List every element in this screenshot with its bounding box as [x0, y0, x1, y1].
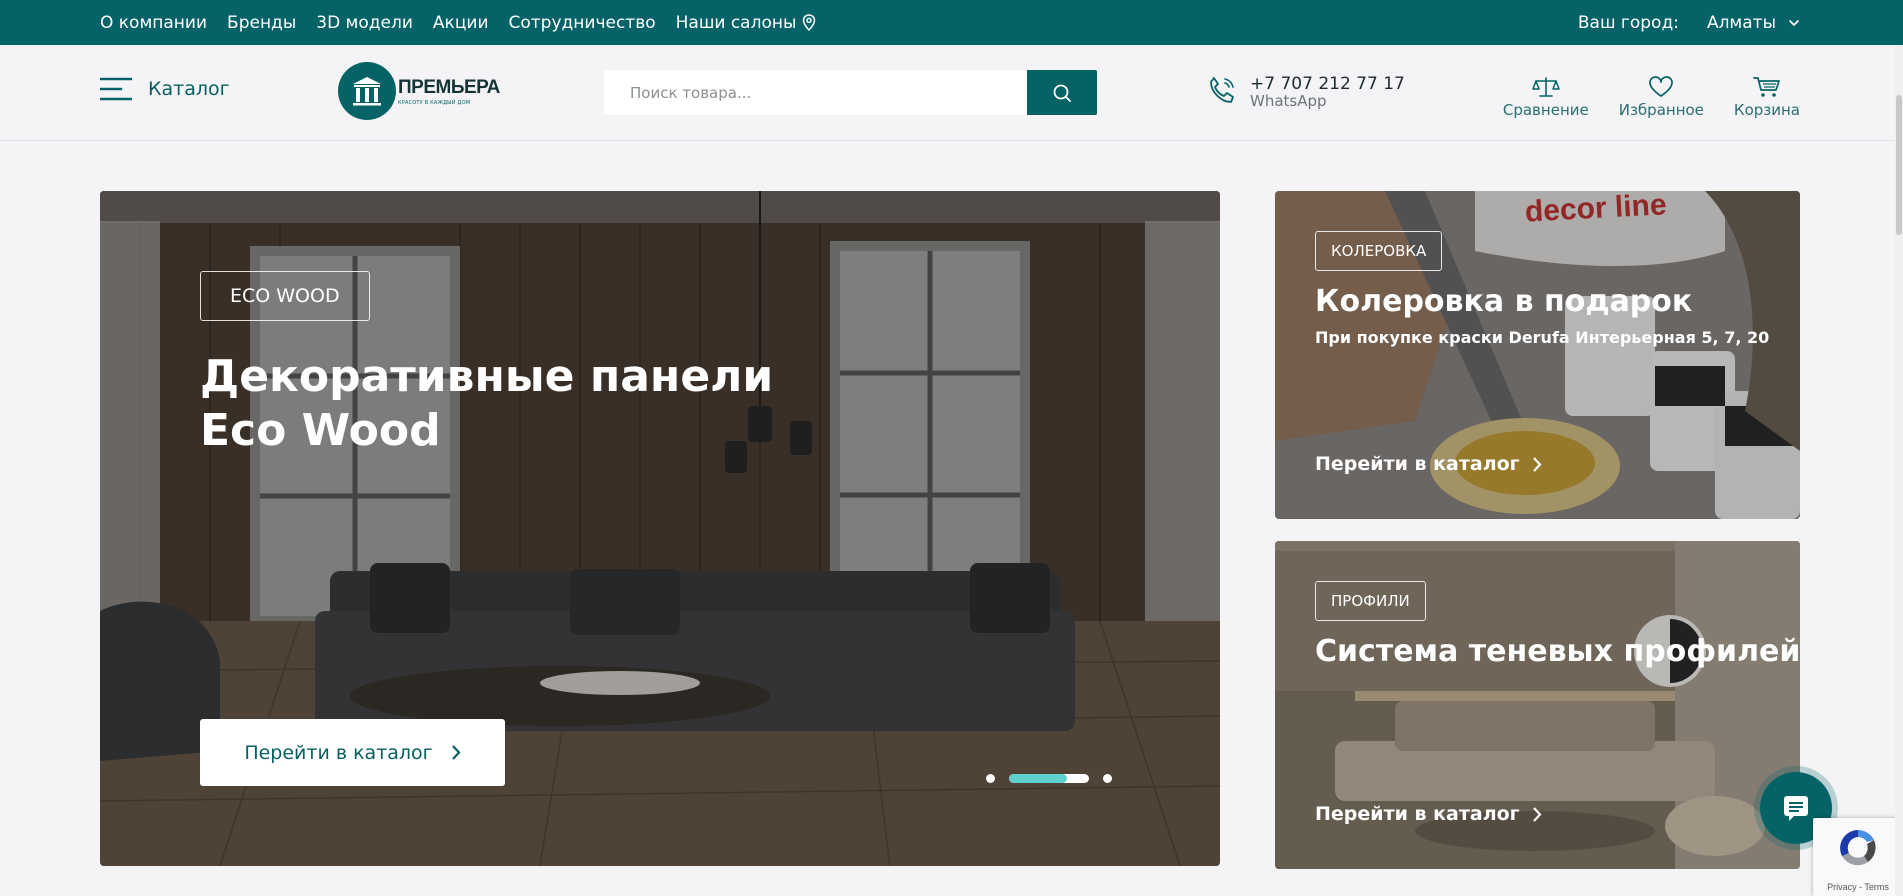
chevron-right-icon — [451, 745, 461, 760]
heart-icon — [1649, 76, 1674, 97]
city-selector: Ваш город: Алматы — [1578, 0, 1800, 45]
nav-brands[interactable]: Бренды — [227, 13, 296, 33]
slider-pagination — [986, 774, 1112, 783]
chevron-right-icon — [1532, 456, 1542, 472]
nav-salons[interactable]: Наши салоны — [676, 13, 817, 33]
chevron-down-icon — [1788, 19, 1800, 26]
city-dropdown[interactable]: Алматы — [1707, 13, 1800, 33]
promo-tag: КОЛЕРОВКА — [1315, 231, 1443, 271]
promo-catalog-link[interactable]: Перейти в каталог — [1315, 803, 1542, 825]
slider-dot-2-active[interactable] — [1009, 774, 1089, 783]
search-button[interactable] — [1027, 70, 1097, 115]
search-input[interactable] — [604, 70, 1027, 115]
city-label: Ваш город: — [1577, 12, 1679, 33]
location-pin-icon — [803, 14, 816, 31]
recaptcha-terms[interactable]: Privacy - Terms — [1813, 882, 1903, 892]
promo-title: Система теневых профилей — [1315, 634, 1800, 669]
hamburger-icon — [100, 77, 132, 101]
search-form — [604, 70, 1097, 115]
logo-slogan: КРАСОТУ В КАЖДЫЙ ДОМ — [398, 99, 471, 106]
slider-dot-3[interactable] — [1103, 774, 1112, 783]
favorites-button[interactable]: Избранное — [1619, 76, 1704, 119]
promo-card-profiles[interactable]: ПРОФИЛИ Система теневых профилей Перейти… — [1275, 541, 1800, 869]
cart-icon — [1753, 77, 1780, 97]
chat-icon — [1784, 796, 1808, 821]
scales-icon — [1532, 77, 1560, 97]
slider-dot-1[interactable] — [986, 774, 995, 783]
main-header: Каталог ПРЕМЬЕРА КРАСОТУ В КАЖДЫЙ ДОМ +7… — [0, 45, 1903, 141]
promo-title: Колеровка в подарок — [1315, 284, 1693, 319]
recaptcha-icon — [1840, 830, 1876, 866]
phone-block[interactable]: +7 707 212 77 17 WhatsApp — [1206, 75, 1405, 110]
hero-tag: ECO WOOD — [200, 271, 370, 321]
scrollbar-thumb[interactable] — [1896, 95, 1902, 235]
phone-icon — [1210, 77, 1234, 103]
hero-slider: ECO WOOD Декоративные панели Eco Wood Пе… — [100, 191, 1220, 866]
catalog-menu-button[interactable]: Каталог — [100, 77, 230, 101]
logo-mark-icon — [338, 62, 396, 120]
promo-catalog-link[interactable]: Перейти в каталог — [1315, 453, 1542, 475]
promo-subtitle: При покупке краски Derufa Интерьерная 5,… — [1315, 328, 1770, 347]
phone-whatsapp-label: WhatsApp — [1250, 92, 1327, 110]
cart-label: Корзина — [1733, 101, 1800, 119]
logo-name: ПРЕМЬЕРА — [398, 76, 500, 98]
hero-catalog-button[interactable]: Перейти в каталог — [200, 719, 505, 786]
top-bar: О компании Бренды 3D модели Акции Сотруд… — [0, 0, 1903, 45]
top-nav: О компании Бренды 3D модели Акции Сотруд… — [100, 0, 816, 45]
cart-button[interactable]: Корзина — [1734, 76, 1800, 119]
hero-catalog-button-label: Перейти в каталог — [244, 741, 433, 764]
hero-content: ECO WOOD Декоративные панели Eco Wood — [200, 271, 820, 458]
compare-button[interactable]: Сравнение — [1503, 76, 1589, 119]
catalog-label: Каталог — [148, 78, 230, 100]
nav-promotions[interactable]: Акции — [433, 13, 489, 33]
site-logo[interactable]: ПРЕМЬЕРА КРАСОТУ В КАЖДЫЙ ДОМ — [338, 62, 500, 120]
nav-cooperation[interactable]: Сотрудничество — [509, 13, 656, 33]
phone-number: +7 707 212 77 17 — [1250, 74, 1405, 94]
nav-3d-models[interactable]: 3D модели — [316, 13, 413, 33]
header-actions: Сравнение Избранное Корзина — [1503, 76, 1800, 119]
search-icon — [1053, 84, 1071, 102]
promo-tag: ПРОФИЛИ — [1315, 581, 1426, 621]
promo-card-tinting[interactable]: decor line КОЛЕРОВКА Колеровка в подарок… — [1275, 191, 1800, 519]
city-value: Алматы — [1706, 12, 1776, 33]
nav-about[interactable]: О компании — [100, 13, 207, 33]
compare-label: Сравнение — [1502, 101, 1589, 119]
page-scrollbar[interactable] — [1895, 45, 1903, 896]
recaptcha-badge[interactable]: Privacy - Terms — [1813, 818, 1903, 896]
favorites-label: Избранное — [1618, 101, 1704, 119]
chevron-right-icon — [1532, 806, 1542, 822]
hero-title: Декоративные панели Eco Wood — [200, 351, 774, 456]
